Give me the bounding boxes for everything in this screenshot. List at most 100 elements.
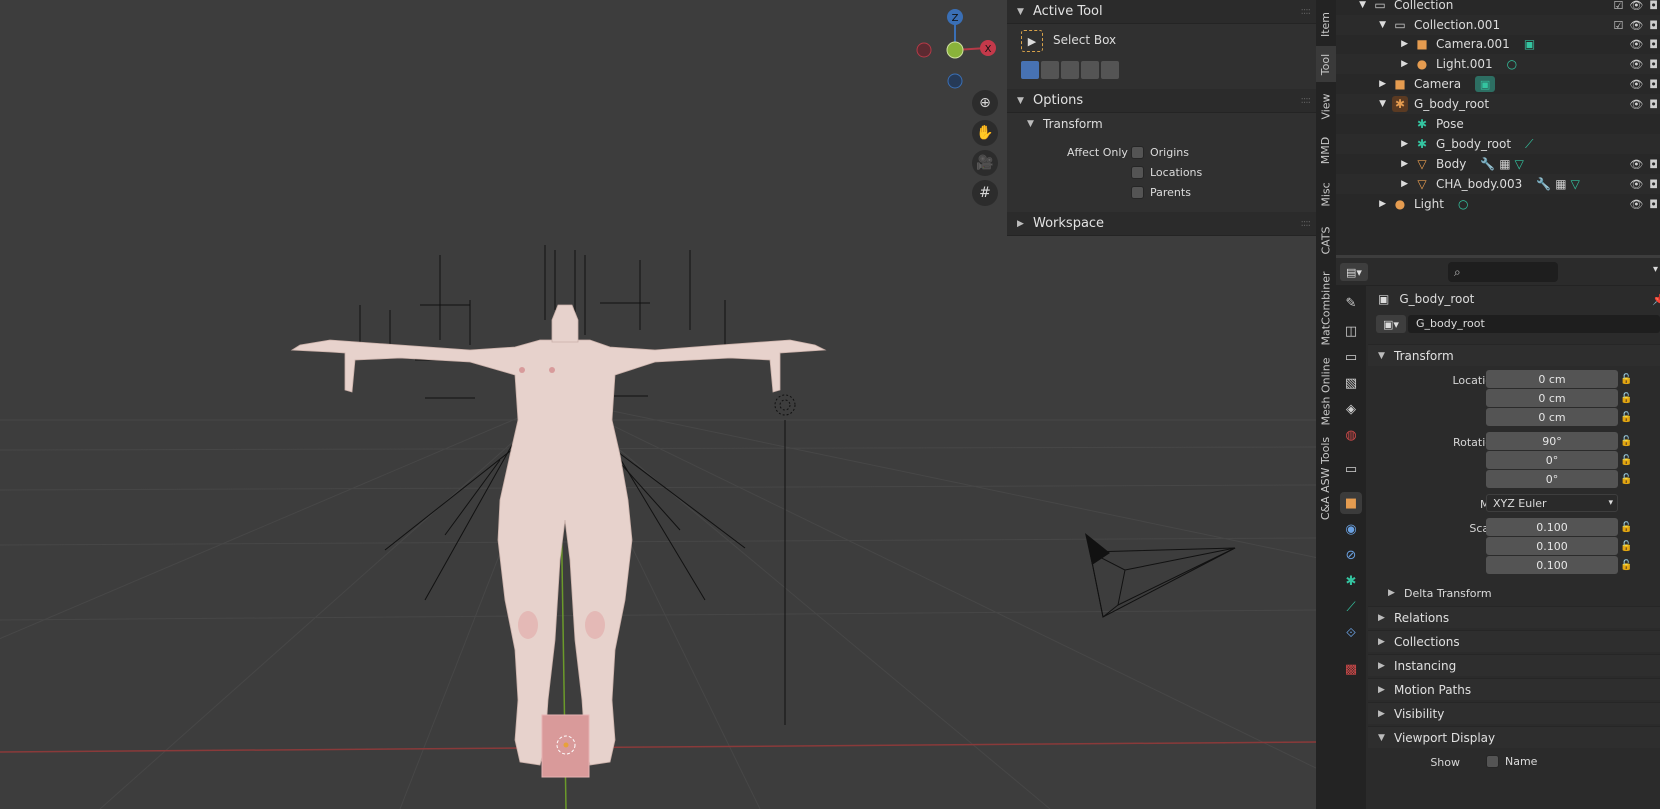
tab-mmd[interactable]: MMD: [1316, 130, 1336, 170]
perspective-grid-icon[interactable]: #: [972, 180, 998, 206]
expand-triangle-icon[interactable]: ▼: [1336, 0, 1366, 10]
collapsed-triangle-icon[interactable]: ▶: [1336, 139, 1408, 149]
outliner-row-g-body-root-data[interactable]: ▶ ✱ G_body_root ⟋: [1336, 134, 1660, 154]
eye-icon[interactable]: 👁: [1629, 178, 1643, 191]
lock-icon[interactable]: 🔓: [1620, 412, 1632, 423]
view-layer-icon[interactable]: ▧: [1340, 372, 1362, 394]
camera-object[interactable]: [1089, 547, 1236, 618]
drag-grip-icon[interactable]: ::::: [1301, 218, 1312, 229]
lock-icon[interactable]: 🔓: [1620, 560, 1632, 571]
rotation-x-field[interactable]: 90°: [1486, 432, 1618, 450]
vertex-groups-icon[interactable]: ▦: [1555, 177, 1566, 191]
expand-triangle-icon[interactable]: ▼: [1336, 20, 1386, 30]
checkbox-parents[interactable]: Parents: [1131, 186, 1191, 199]
mesh-data-icon[interactable]: ▽: [1515, 157, 1524, 171]
armature-data-icon[interactable]: ✱: [1340, 570, 1362, 592]
render-camera-icon[interactable]: ◘: [1649, 0, 1658, 12]
collapsed-triangle-icon[interactable]: ▶: [1336, 159, 1408, 169]
character-body-mesh[interactable]: [290, 304, 827, 766]
world-icon[interactable]: ◍: [1340, 424, 1362, 446]
lock-icon[interactable]: 🔓: [1620, 436, 1632, 447]
select-box-tool-icon[interactable]: ▶: [1021, 30, 1043, 52]
checkbox-locations[interactable]: Locations: [1131, 166, 1202, 179]
wrench-modifier-icon[interactable]: 🔧: [1480, 157, 1495, 171]
mode-subtract-icon[interactable]: [1061, 61, 1079, 79]
tab-ca-asw-tools[interactable]: C&A ASW Tools: [1316, 434, 1336, 522]
mode-set-icon[interactable]: [1021, 61, 1039, 79]
tab-view[interactable]: View: [1316, 86, 1336, 126]
tab-mesh-online[interactable]: Mesh Online: [1316, 354, 1336, 428]
eye-icon[interactable]: 👁: [1629, 198, 1643, 211]
outliner-row-collection-001[interactable]: ▼ ▭ Collection.001 ☑ 👁 ◘: [1336, 15, 1660, 35]
transform-panel-header[interactable]: ▼ Transform: [1368, 344, 1660, 366]
light-object[interactable]: [774, 394, 796, 416]
collapsed-triangle-icon[interactable]: ▶: [1336, 39, 1408, 49]
render-camera-icon[interactable]: ◘: [1649, 178, 1658, 191]
tab-matcombiner[interactable]: MatCombiner: [1316, 268, 1336, 348]
render-camera-icon[interactable]: ◘: [1649, 158, 1658, 171]
outliner-row-light[interactable]: ▶ ● Light ○ 👁 ◘: [1336, 194, 1660, 214]
visibility-panel-header[interactable]: ▶ Visibility: [1368, 702, 1660, 724]
lock-icon[interactable]: 🔓: [1620, 393, 1632, 404]
rotation-y-field[interactable]: 0°: [1486, 451, 1618, 469]
texture-icon[interactable]: ▩: [1340, 658, 1362, 680]
output-icon[interactable]: ▭: [1340, 346, 1362, 368]
pan-hand-icon[interactable]: ✋: [972, 120, 998, 146]
render-camera-icon[interactable]: ◘: [1649, 38, 1658, 51]
transform-subheader[interactable]: ▼ Transform: [1027, 117, 1103, 131]
render-camera-icon[interactable]: ◘: [1649, 98, 1658, 111]
mode-extend-icon[interactable]: [1041, 61, 1059, 79]
render-camera-icon[interactable]: ◘: [1649, 58, 1658, 71]
eye-icon[interactable]: 👁: [1629, 98, 1643, 111]
light-data-icon[interactable]: ○: [1458, 197, 1468, 211]
scale-y-field[interactable]: 0.100: [1486, 537, 1618, 555]
search-input[interactable]: ⌕: [1448, 262, 1558, 282]
tab-misc[interactable]: Misc: [1316, 174, 1336, 214]
outliner-row-pose[interactable]: ✱ Pose: [1336, 114, 1660, 134]
collapsed-triangle-icon[interactable]: ▶: [1336, 79, 1386, 89]
physics-icon[interactable]: ◉: [1340, 518, 1362, 540]
delta-transform-header[interactable]: ▶ Delta Transform: [1388, 582, 1660, 604]
eye-icon[interactable]: 👁: [1629, 19, 1643, 32]
outliner-row-camera-001[interactable]: ▶ ■ Camera.001 ▣ 👁 ◘: [1336, 34, 1660, 54]
relations-panel-header[interactable]: ▶ Relations: [1368, 606, 1660, 628]
object-datablock-icon[interactable]: ▣▾: [1376, 315, 1406, 333]
bone-icon[interactable]: ⟋: [1525, 137, 1533, 152]
options-header[interactable]: ▼ Options ::::: [1007, 89, 1316, 113]
scale-z-field[interactable]: 0.100: [1486, 556, 1618, 574]
pin-icon[interactable]: 📌: [1652, 293, 1660, 306]
checkbox-origins[interactable]: Origins: [1131, 146, 1189, 159]
scale-x-field[interactable]: 0.100: [1486, 518, 1618, 536]
object-properties-icon[interactable]: ■: [1340, 492, 1362, 514]
lock-icon[interactable]: 🔓: [1620, 374, 1632, 385]
checkbox-icon[interactable]: ☑: [1613, 0, 1623, 12]
collection-icon[interactable]: ▭: [1340, 458, 1362, 480]
outliner-row-collection[interactable]: ▼ ▭ Collection ☑ 👁 ◘: [1336, 0, 1660, 15]
expand-triangle-icon[interactable]: ▼: [1336, 99, 1386, 109]
editor-type-icon[interactable]: ▤▾: [1340, 263, 1368, 281]
motion-paths-panel-header[interactable]: ▶ Motion Paths: [1368, 678, 1660, 700]
location-z-field[interactable]: 0 cm: [1486, 408, 1618, 426]
workspace-header[interactable]: ▶ Workspace ::::: [1007, 212, 1316, 236]
location-x-field[interactable]: 0 cm: [1486, 370, 1618, 388]
camera-view-icon[interactable]: 🎥: [972, 150, 998, 176]
outliner-row-cha-body-003[interactable]: ▶ ▽ CHA_body.003 🔧 ▦ ▽ 👁 ◘: [1336, 174, 1660, 194]
checkbox-icon[interactable]: ☑: [1613, 19, 1623, 32]
gizmo-z-negative[interactable]: [947, 73, 963, 89]
collections-panel-header[interactable]: ▶ Collections: [1368, 630, 1660, 652]
checkbox-box[interactable]: [1131, 146, 1144, 159]
tab-item[interactable]: Item: [1316, 4, 1336, 44]
vertex-groups-icon[interactable]: ▦: [1499, 157, 1510, 171]
render-camera-icon[interactable]: ◘: [1649, 19, 1658, 32]
render-camera-icon[interactable]: ◘: [1649, 198, 1658, 211]
chevron-down-icon[interactable]: ▾: [1653, 264, 1658, 275]
collapsed-triangle-icon[interactable]: ▶: [1336, 59, 1408, 69]
active-tool-header[interactable]: ▼ Active Tool ::::: [1007, 0, 1316, 24]
checkbox-show-name[interactable]: Name: [1486, 755, 1537, 768]
outliner-row-light-001[interactable]: ▶ ● Light.001 ○ 👁 ◘: [1336, 54, 1660, 74]
camera-data-icon[interactable]: ▣: [1524, 37, 1535, 51]
drag-grip-icon[interactable]: ::::: [1301, 6, 1312, 17]
eye-icon[interactable]: 👁: [1629, 58, 1643, 71]
navigation-gizmo[interactable]: Z X: [916, 9, 996, 89]
lock-icon[interactable]: 🔓: [1620, 541, 1632, 552]
